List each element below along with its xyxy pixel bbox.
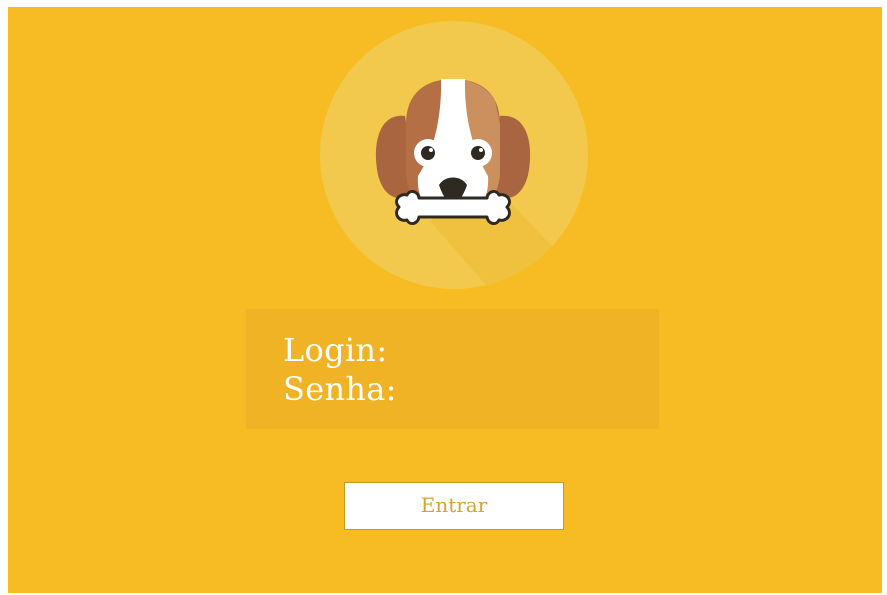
login-row: Login: — [283, 331, 680, 370]
login-label: Login: — [283, 331, 388, 369]
password-row: Senha: — [283, 370, 689, 409]
login-form-panel: Login: Senha: — [246, 309, 689, 429]
login-input[interactable] — [397, 332, 680, 369]
login-screen: Login: Senha: Entrar — [8, 7, 882, 593]
password-label: Senha: — [283, 370, 397, 408]
dog-avatar — [320, 21, 588, 289]
dog-with-bone-icon — [320, 21, 588, 289]
enter-button[interactable]: Entrar — [344, 482, 564, 530]
password-input[interactable] — [406, 371, 689, 408]
